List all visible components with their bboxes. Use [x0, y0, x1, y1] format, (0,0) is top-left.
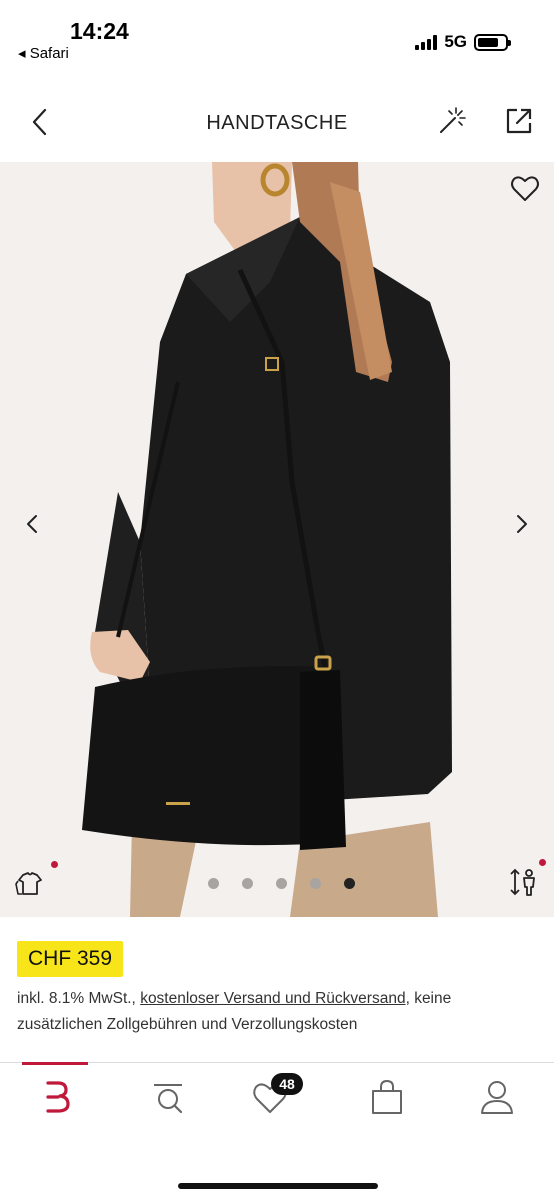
signal-bars-icon [415, 34, 438, 50]
page-title: HANDTASCHE [206, 112, 348, 134]
network-type: 5G [444, 32, 467, 51]
gallery-prev-button[interactable] [22, 512, 42, 536]
back-to-safari-link[interactable]: ◂ Safari [18, 44, 69, 62]
size-notification-dot [539, 859, 546, 866]
magic-wand-icon[interactable] [436, 105, 468, 137]
gallery-dot[interactable] [309, 878, 321, 889]
page-header: HANDTASCHE [0, 95, 554, 151]
bottom-tab-bar: 48 [0, 1062, 554, 1200]
gallery-next-button[interactable] [512, 512, 532, 536]
gallery-dot[interactable] [207, 878, 219, 889]
product-image-gallery[interactable] [0, 162, 554, 917]
gallery-dot[interactable] [241, 878, 253, 889]
search-icon[interactable] [148, 1077, 188, 1117]
gallery-pagination [0, 878, 554, 889]
share-external-icon[interactable] [503, 105, 535, 137]
gallery-dot[interactable] [275, 878, 287, 889]
tax-shipping-info: inkl. 8.1% MwSt., kostenloser Versand un… [17, 986, 537, 1038]
shopping-bag-icon[interactable] [367, 1077, 407, 1117]
user-icon[interactable] [477, 1077, 517, 1117]
gallery-dot-active[interactable] [343, 878, 355, 889]
status-bar: 14:24 ◂ Safari 5G [0, 0, 554, 70]
product-photo [0, 162, 554, 917]
home-indicator [178, 1183, 378, 1189]
price-badge: CHF 359 [17, 941, 124, 977]
wishlist-count-badge: 48 [271, 1073, 303, 1095]
tax-note-prefix: inkl. 8.1% MwSt., [17, 990, 141, 1007]
status-time: 14:24 [70, 18, 129, 44]
status-indicators: 5G [415, 32, 511, 52]
shipping-info-link[interactable]: kostenloser Versand und Rückversand [140, 990, 405, 1007]
brand-logo-icon[interactable] [36, 1077, 76, 1117]
battery-icon [474, 33, 511, 51]
outfit-notification-dot [51, 861, 58, 868]
active-tab-indicator [22, 1062, 88, 1065]
heart-outline-icon[interactable] [510, 174, 540, 204]
